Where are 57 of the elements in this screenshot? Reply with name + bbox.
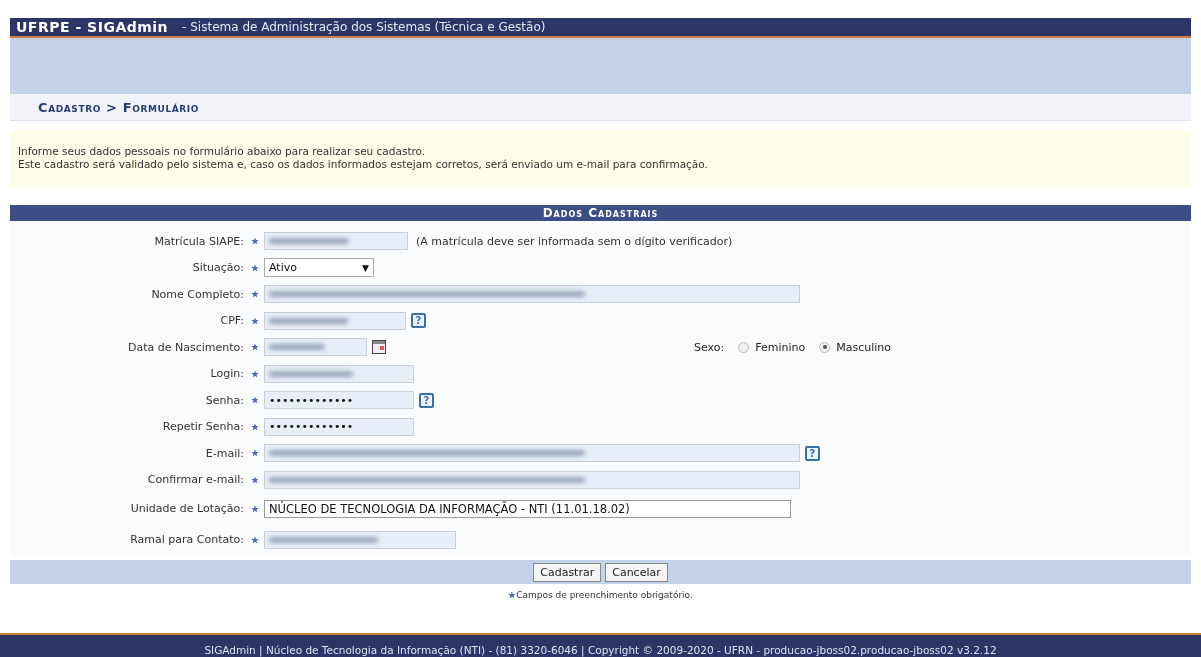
info-text: Este cadastro será validado pelo sistema e, caso os dados informados estejam corretos, será enviado um e-mail para confirmação. (18, 158, 709, 170)
field-hint: (A matrícula deve ser informada sem o dígito verificador) (416, 234, 733, 248)
field-label: Nome Completo: (150, 287, 245, 301)
required-star-icon (251, 316, 259, 325)
field-label: Situação: (191, 261, 245, 275)
required-note: Campos de preenchimento obrigatório. (516, 590, 693, 600)
radio-label[interactable]: Feminino (755, 340, 806, 354)
input-field[interactable] (264, 530, 456, 549)
field-label: Unidade de Lotação: (129, 502, 245, 515)
system-subtitle: - Sistema de Administração dos Sistemas (Técnica e Gestão) (182, 20, 546, 34)
required-star-icon (251, 263, 259, 272)
section-header: Dados Cadastrais (10, 205, 1191, 221)
radio-label[interactable]: Masculino (836, 340, 891, 354)
help-icon[interactable]: ? (419, 392, 434, 408)
required-star-icon (251, 449, 259, 458)
required-star-icon (251, 343, 259, 352)
radio-button[interactable] (738, 341, 750, 353)
input-field[interactable] (264, 444, 800, 463)
form-button[interactable]: Cadastrar (533, 562, 602, 582)
breadcrumb: Cadastro > Formulário (38, 99, 200, 115)
input-field[interactable] (264, 285, 800, 304)
footer-text: SIGAdmin | Núcleo de Tecnologia da Informação (NTI) - (81) 3320-6046 | Copyright © 2009-2020 - UFRN - producao-jboss02.producao-jboss02 v3.2.12 (204, 644, 997, 657)
field-label: Senha: (204, 393, 245, 407)
required-star-icon (251, 369, 259, 378)
field-label: Data de Nascimento: (127, 340, 245, 354)
required-star-icon (251, 535, 259, 544)
required-star-icon (251, 422, 259, 431)
help-icon[interactable]: ? (805, 445, 820, 461)
password-field[interactable]: ••••••••••••• (264, 391, 414, 410)
calendar-icon[interactable] (372, 340, 386, 355)
input-field[interactable] (264, 232, 408, 251)
password-field[interactable]: ••••••••••••• (264, 417, 414, 436)
required-star-icon (251, 396, 259, 405)
info-text: Informe seus dados pessoais no formulário abaixo para realizar seu cadastro. (18, 145, 427, 157)
field-label: Matrícula SIAPE: (153, 234, 245, 248)
required-star-icon (251, 290, 259, 299)
field-label: Sexo: (694, 340, 725, 354)
field-label: Confirmar e-mail: (146, 473, 245, 487)
required-star-icon (508, 591, 517, 599)
required-star-icon (251, 237, 259, 246)
form-button[interactable]: Cancelar (605, 562, 668, 582)
radio-button[interactable] (819, 341, 831, 353)
input-field[interactable] (264, 470, 800, 489)
input-field[interactable] (264, 311, 406, 330)
field-label: E-mail: (204, 446, 245, 460)
help-icon[interactable]: ? (411, 313, 426, 329)
field-label: CPF: (219, 314, 245, 328)
required-star-icon (251, 475, 259, 484)
field-label: Repetir Senha: (161, 420, 245, 434)
required-star-icon (251, 504, 259, 513)
input-field[interactable] (264, 364, 414, 383)
date-field[interactable] (264, 338, 367, 357)
select-field[interactable]: Ativo ▼ (264, 258, 374, 278)
field-label: Login: (209, 367, 245, 381)
field-label: Ramal para Contato: (129, 533, 245, 546)
input-field[interactable]: NÚCLEO DE TECNOLOGIA DA INFORMAÇÃO - NTI (11.01.18.02) (264, 499, 791, 518)
system-name: UFRPE - SIGAdmin (16, 19, 169, 35)
